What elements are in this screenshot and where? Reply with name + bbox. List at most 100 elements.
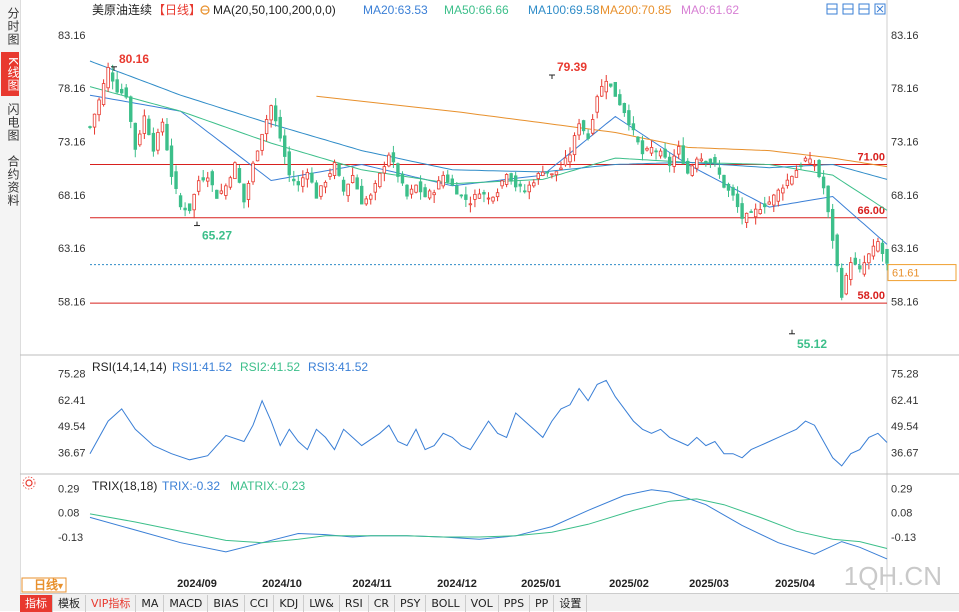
period-label: 【日线】	[153, 3, 201, 17]
current-price-label: 61.61	[892, 268, 920, 280]
indicator-tab[interactable]: 指标	[20, 595, 53, 612]
candle-body	[785, 179, 790, 187]
candle-body	[382, 166, 387, 174]
ma-line-ma100	[89, 60, 888, 180]
candle-body	[504, 174, 509, 185]
kline-chart-area[interactable]: 71.0066.0058.0061.61 80.1665.2779.3955.1…	[0, 0, 959, 611]
candle-body	[609, 83, 613, 87]
candle-body	[477, 193, 482, 199]
candle-body	[726, 183, 731, 191]
candle-body	[817, 160, 821, 178]
candle-body	[799, 165, 803, 167]
candle-body	[486, 197, 491, 200]
indicator-tab[interactable]: CR	[369, 595, 396, 612]
candle-body	[88, 126, 92, 128]
indicator-tab[interactable]: 模板	[53, 595, 86, 612]
candle-body	[776, 189, 781, 202]
price-level-label: 58.00	[857, 290, 885, 302]
candle-body	[753, 208, 758, 218]
candle-body	[310, 172, 314, 183]
candle-body	[183, 207, 187, 211]
trix-right-tick: -0.13	[891, 532, 916, 544]
candle-body	[468, 203, 473, 206]
candle-body	[849, 262, 853, 280]
candle-body	[858, 265, 862, 270]
candle-body	[645, 147, 649, 151]
candle-body	[369, 194, 373, 200]
rsi-right-tick: 75.28	[891, 369, 919, 381]
candle-body	[618, 94, 622, 106]
candle-body	[695, 158, 699, 169]
candle-body	[196, 180, 201, 192]
candle-body	[414, 184, 418, 193]
price-level-label: 71.00	[857, 151, 885, 163]
candle-body	[844, 274, 848, 295]
candle-body	[613, 81, 617, 97]
trix-right-tick: 0.29	[891, 484, 912, 496]
indicator-tab[interactable]: BIAS	[208, 595, 245, 612]
indicator-tab[interactable]: 设置	[554, 595, 588, 612]
rsi-right-tick: 36.67	[891, 447, 919, 459]
rsi-title: RSI(14,14,14)	[92, 360, 167, 374]
candle-body	[699, 158, 704, 162]
indicator-tab[interactable]: PP	[530, 595, 555, 612]
trix-left-tick: 0.08	[58, 508, 79, 520]
candle-body	[812, 164, 817, 167]
ma-value: MA100:69.58	[528, 3, 600, 17]
indicator-tab[interactable]: PSY	[395, 595, 427, 612]
candle-body	[803, 157, 808, 162]
candle-body	[867, 253, 871, 264]
indicator-tab[interactable]: LW&	[304, 595, 340, 612]
candle-body	[523, 190, 527, 193]
low-annotation: 65.27	[202, 229, 232, 243]
candle-body	[378, 172, 382, 188]
candle-body	[129, 96, 133, 122]
rsi-left-tick: 75.28	[58, 369, 86, 381]
candle-body	[885, 248, 889, 264]
candle-body	[491, 196, 495, 202]
candle-body	[264, 119, 269, 135]
indicator-tab[interactable]: KDJ	[274, 595, 305, 612]
candle-body	[550, 173, 554, 176]
price-right-tick: 58.16	[891, 296, 919, 308]
candle-body	[296, 181, 301, 186]
candle-body	[192, 193, 196, 211]
candle-body	[364, 198, 368, 205]
candle-body	[545, 171, 550, 174]
candle-body	[206, 177, 210, 182]
candle-body	[165, 123, 169, 151]
candle-body	[391, 152, 396, 163]
trix-left-tick: 0.29	[58, 484, 79, 496]
candle-body	[473, 193, 477, 200]
x-axis-tick: 2025/04	[775, 578, 816, 590]
price-right-tick: 68.16	[891, 190, 919, 202]
candle-body	[631, 123, 636, 131]
candle-body	[509, 173, 513, 182]
indicator-tab[interactable]: VIP指标	[86, 595, 137, 612]
candle-body	[396, 163, 400, 177]
candle-body	[862, 262, 867, 275]
candle-body	[292, 178, 296, 182]
indicator-tab[interactable]: MACD	[164, 595, 209, 612]
candle-body	[174, 171, 178, 189]
indicator-tab[interactable]: RSI	[340, 595, 369, 612]
candle-body	[808, 158, 812, 164]
candle-body	[459, 194, 464, 197]
indicator-tab[interactable]: BOLL	[426, 595, 466, 612]
candle-body	[178, 195, 183, 208]
candle-body	[427, 190, 432, 199]
candle-body	[355, 177, 359, 190]
candle-body	[536, 173, 541, 180]
price-left-tick: 78.16	[58, 83, 86, 95]
indicator-tab[interactable]: MA	[136, 595, 165, 612]
indicator-tab[interactable]: VOL	[466, 595, 499, 612]
candle-body	[346, 183, 350, 197]
ma-value: MA50:66.66	[444, 3, 509, 17]
candle-body	[133, 122, 137, 150]
price-right-tick: 63.16	[891, 243, 919, 255]
candle-body	[405, 184, 409, 197]
indicator-tab[interactable]: PPS	[499, 595, 531, 612]
candle-body	[821, 176, 826, 189]
indicator-tab[interactable]: CCI	[245, 595, 275, 612]
ma-value: MA0:61.62	[681, 3, 739, 17]
